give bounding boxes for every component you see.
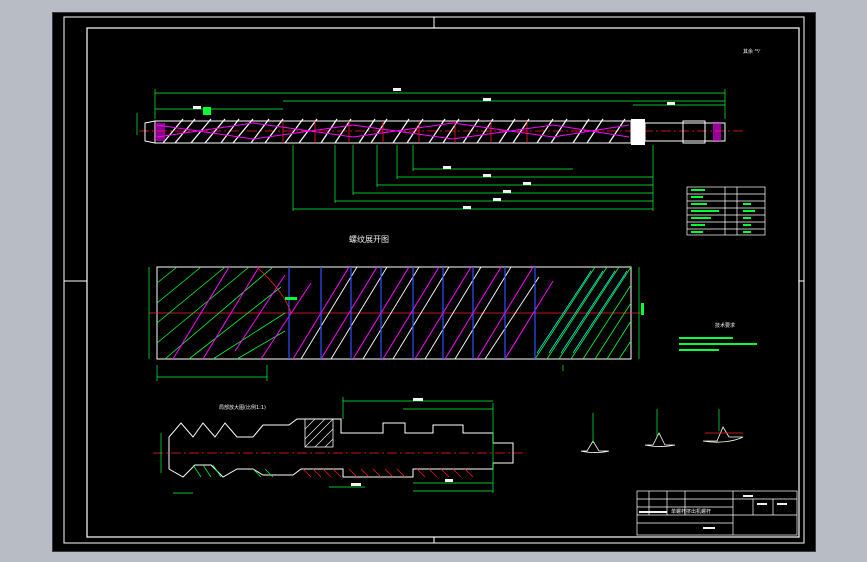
detail-title: 局部放大图(比例1:1)	[219, 404, 266, 411]
cad-drawing-viewport[interactable]: 其余 ³²⁄ 螺纹展开图 技术要求 局部放大图(比例1:1) 单螺杆挤出机螺杆	[52, 12, 816, 552]
title-block-drawing-name: 单螺杆挤出机螺杆	[671, 508, 711, 515]
dimension-lines-top	[136, 89, 726, 211]
thread-unfolded-view	[148, 266, 644, 381]
svg-text:技术要求: 技术要求	[715, 322, 735, 329]
parameter-table-marks	[691, 189, 755, 233]
title-block-marks	[639, 495, 787, 529]
technical-requirements: 技术要求	[679, 322, 757, 351]
local-detail-view	[153, 397, 523, 494]
flight-section-details	[580, 409, 744, 453]
screw-main-view	[139, 118, 743, 145]
outer-border	[63, 16, 805, 544]
dimension-values-top	[193, 88, 675, 209]
roughness-note: 其余 ³²⁄	[743, 48, 761, 55]
center-marks	[64, 17, 804, 543]
section-title: 螺纹展开图	[349, 234, 389, 244]
